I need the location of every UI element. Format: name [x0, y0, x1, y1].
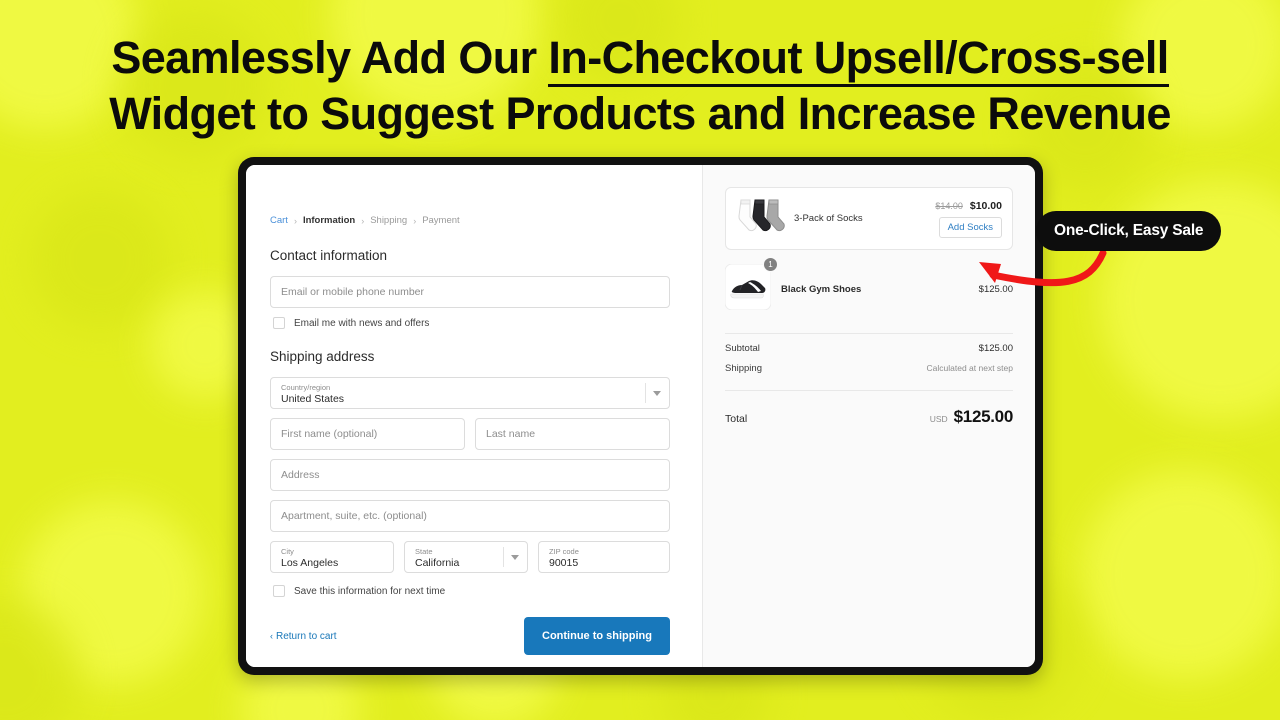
upsell-widget-card: 3-Pack of Socks $14.00 $10.00 Add Socks — [725, 187, 1013, 250]
shipping-address-title: Shipping address — [270, 349, 375, 364]
continue-to-shipping-button[interactable]: Continue to shipping — [524, 617, 670, 655]
newsletter-checkbox-label: Email me with news and offers — [294, 317, 430, 329]
upsell-right-column: $14.00 $10.00 Add Socks — [935, 200, 1002, 238]
last-name-placeholder: Last name — [486, 428, 536, 440]
name-row: First name (optional) Last name — [270, 418, 670, 459]
chevron-down-icon[interactable] — [511, 554, 519, 560]
breadcrumb-item-payment[interactable]: Payment — [422, 215, 460, 226]
country-region-select[interactable]: Country/region United States — [270, 377, 670, 409]
city-state-zip-row: City Los Angeles State California ZIP co… — [270, 541, 670, 582]
country-region-value: United States — [281, 393, 345, 405]
breadcrumb-item-cart[interactable]: Cart — [270, 215, 288, 226]
curved-arrow-icon — [979, 249, 1107, 287]
sneaker-icon — [724, 263, 772, 314]
apartment-field[interactable]: Apartment, suite, etc. (optional) — [270, 500, 670, 532]
total-value-wrap: USD $125.00 — [929, 407, 1014, 427]
grand-total-row: Total USD $125.00 — [725, 390, 1013, 427]
upsell-price-original: $14.00 — [935, 200, 963, 211]
state-caret-wrap — [503, 542, 519, 572]
page-headline: Seamlessly Add Our In-Checkout Upsell/Cr… — [0, 30, 1280, 142]
zip-code-value: 90015 — [549, 557, 579, 569]
headline-line-1-emphasis: In-Checkout Upsell/Cross-sell — [548, 32, 1169, 87]
first-name-field[interactable]: First name (optional) — [270, 418, 465, 450]
country-region-label: Country/region — [281, 383, 331, 392]
address-placeholder: Address — [281, 469, 320, 481]
save-info-checkbox[interactable] — [273, 585, 285, 597]
breadcrumb-separator-icon: › — [361, 215, 365, 226]
zip-code-field[interactable]: ZIP code 90015 — [538, 541, 670, 573]
upsell-product-name: 3-Pack of Socks — [794, 213, 863, 224]
total-amount: $125.00 — [953, 407, 1014, 426]
headline-line-1: Seamlessly Add Our In-Checkout Upsell/Cr… — [0, 30, 1280, 87]
divider — [645, 383, 646, 403]
save-info-checkbox-label: Save this information for next time — [294, 585, 446, 597]
country-region-caret-wrap — [645, 378, 661, 408]
quantity-badge: 1 — [763, 257, 778, 272]
chevron-left-icon: ‹ — [270, 631, 273, 641]
newsletter-checkbox[interactable] — [273, 317, 285, 329]
return-to-cart-label: Return to cart — [276, 630, 337, 642]
subtotal-label: Subtotal — [725, 343, 760, 354]
email-field[interactable]: Email or mobile phone number — [270, 276, 670, 308]
breadcrumb-separator-icon: › — [293, 215, 297, 226]
save-info-checkbox-row[interactable]: Save this information for next time — [273, 585, 670, 597]
upsell-price-discounted: $10.00 — [969, 199, 1002, 212]
zip-code-label: ZIP code — [549, 547, 579, 556]
checkout-window: Cart › Information › Shipping › Payment … — [246, 165, 1035, 667]
return-to-cart-link[interactable]: ‹ Return to cart — [270, 631, 337, 642]
shipping-value: Calculated at next step — [926, 363, 1013, 373]
divider — [503, 547, 504, 567]
total-currency: USD — [929, 414, 948, 424]
cart-item-thumbnail-wrap: 1 — [724, 257, 778, 315]
breadcrumb-item-shipping[interactable]: Shipping — [370, 215, 407, 226]
cart-item-name: Black Gym Shoes — [781, 284, 862, 295]
state-value: California — [415, 557, 460, 569]
add-socks-button[interactable]: Add Socks — [938, 216, 1002, 238]
city-value: Los Angeles — [281, 557, 339, 569]
email-field-placeholder: Email or mobile phone number — [281, 286, 424, 298]
last-name-field[interactable]: Last name — [475, 418, 670, 450]
state-label: State — [415, 547, 433, 556]
contact-information-title: Contact information — [270, 248, 388, 263]
breadcrumb-item-information[interactable]: Information — [303, 215, 355, 226]
first-name-placeholder: First name (optional) — [281, 428, 378, 440]
city-label: City — [281, 547, 294, 556]
breadcrumb-separator-icon: › — [413, 215, 417, 226]
city-field[interactable]: City Los Angeles — [270, 541, 394, 573]
subtotal-row: Subtotal $125.00 — [725, 343, 1013, 354]
total-label: Total — [725, 413, 748, 425]
shipping-label: Shipping — [725, 363, 762, 374]
newsletter-checkbox-row[interactable]: Email me with news and offers — [273, 317, 670, 329]
upsell-price-line: $14.00 $10.00 — [935, 200, 1002, 212]
address-field[interactable]: Address — [270, 459, 670, 491]
checkout-form-column: Cart › Information › Shipping › Payment … — [246, 165, 702, 667]
shipping-row: Shipping Calculated at next step — [725, 363, 1013, 374]
callout-badge: One-Click, Easy Sale — [1036, 211, 1222, 251]
breadcrumb: Cart › Information › Shipping › Payment — [270, 215, 670, 226]
order-summary-column: 3-Pack of Socks $14.00 $10.00 Add Socks … — [702, 165, 1035, 667]
headline-line-2: Widget to Suggest Products and Increase … — [109, 88, 1171, 139]
form-actions: ‹ Return to cart Continue to shipping — [270, 617, 670, 655]
device-frame: Cart › Information › Shipping › Payment … — [238, 157, 1043, 675]
apartment-placeholder: Apartment, suite, etc. (optional) — [281, 510, 427, 522]
socks-icon — [736, 196, 786, 241]
chevron-down-icon[interactable] — [653, 390, 661, 396]
headline-line-1-prefix: Seamlessly Add Our — [111, 32, 549, 83]
subtotal-value: $125.00 — [978, 343, 1013, 354]
state-select[interactable]: State California — [404, 541, 528, 573]
